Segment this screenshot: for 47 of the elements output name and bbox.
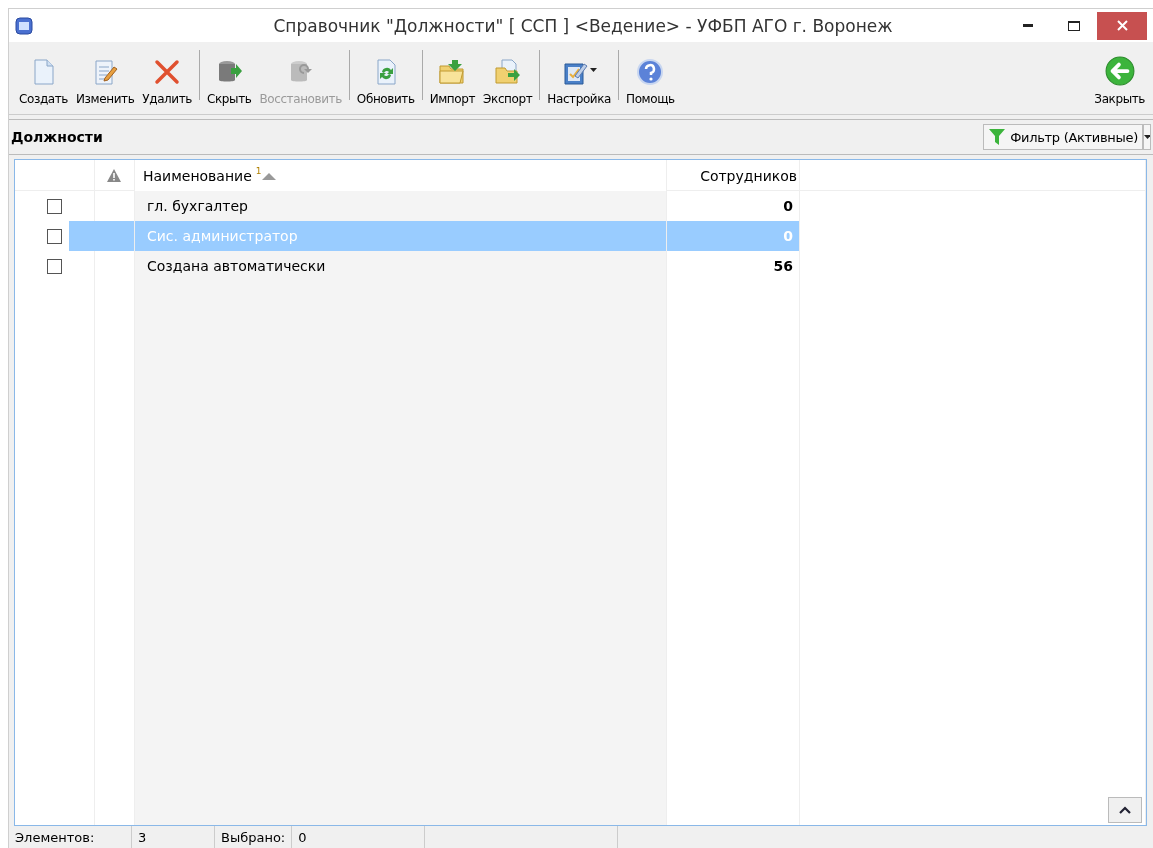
close-window-button[interactable]: Закрыть: [1090, 52, 1149, 108]
dropdown-arrow-icon: [1144, 135, 1150, 139]
table-cell: 56: [667, 251, 800, 281]
panel-title: Должности: [11, 129, 104, 145]
warning-icon: [107, 169, 121, 182]
table-cell: гл. бухгалтер: [135, 191, 667, 221]
filter-button[interactable]: Фильтр (Активные): [983, 124, 1143, 150]
chevron-up-icon: [1119, 806, 1131, 814]
sort-ascending-icon: [261, 173, 276, 180]
dropdown-arrow-icon: [590, 68, 598, 72]
status-value: 3: [132, 826, 215, 848]
delete-icon: [153, 58, 182, 86]
row-checkbox[interactable]: [47, 258, 62, 274]
table-row[interactable]: гл. бухгалтер 0: [15, 191, 1146, 221]
toolbar-button[interactable]: Экспорт: [479, 54, 537, 108]
sort-order-number: 1: [255, 166, 262, 176]
table-cell: Создана автоматически: [135, 251, 667, 281]
toolbar-button[interactable]: Обновить: [352, 54, 419, 108]
toolbar-button[interactable]: Импорт: [425, 54, 480, 108]
help-icon: [636, 58, 665, 86]
toolbar-button[interactable]: Помощь: [622, 54, 679, 108]
close-button[interactable]: [1097, 11, 1147, 40]
toolbar-button[interactable]: Скрыть: [203, 54, 256, 108]
app-icon: [15, 16, 33, 35]
folder-import-icon: [438, 58, 467, 86]
scroll-top-button[interactable]: [1108, 797, 1142, 823]
status-value: 0: [292, 826, 426, 848]
column-header[interactable]: Сотрудников: [700, 167, 797, 184]
row-checkbox[interactable]: [47, 228, 62, 244]
maximize-icon: [1068, 20, 1080, 31]
toolbar-button[interactable]: Настройка: [543, 54, 616, 108]
folder-export-icon: [493, 58, 522, 86]
toolbar-button[interactable]: Удалить: [138, 54, 197, 108]
table-row[interactable]: Создана автоматически 56: [15, 251, 1146, 281]
table-cell: Сис. администратор: [135, 221, 667, 251]
filter-icon: [988, 128, 1007, 146]
close-icon: [1116, 20, 1128, 31]
toolbar-button[interactable]: Создать: [15, 54, 72, 108]
row-checkbox[interactable]: [47, 198, 62, 214]
status-label: Элементов:: [9, 826, 132, 848]
column-header[interactable]: Наименование: [143, 167, 252, 184]
toolbar-button[interactable]: Изменить: [72, 54, 139, 108]
window-title: Справочник "Должности" [ ССП ] <Ведение> - УФБП АГО г. Воронеж: [272, 15, 894, 36]
table-cell: 0: [667, 221, 800, 251]
filter-dropdown-button[interactable]: [1143, 124, 1151, 150]
status-label: Выбрано:: [215, 826, 293, 848]
minimize-icon: [1023, 24, 1033, 27]
